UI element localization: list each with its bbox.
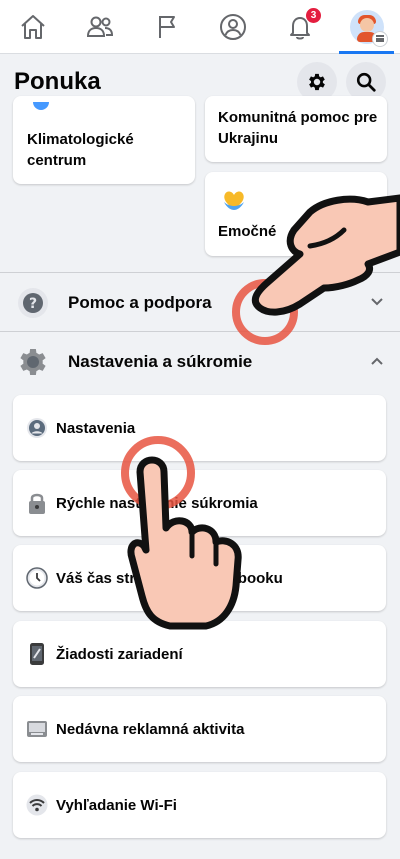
ad-icon bbox=[26, 717, 48, 741]
shortcut-ukraine-help[interactable]: Komunitná pomoc pre Ukrajinu bbox=[205, 96, 387, 162]
question-icon: ? bbox=[16, 286, 50, 320]
svg-text:?: ? bbox=[29, 296, 37, 312]
avatar bbox=[349, 9, 388, 47]
top-navigation: 3 bbox=[0, 0, 400, 54]
chevron-up-icon bbox=[371, 357, 383, 365]
flag-icon bbox=[158, 15, 175, 38]
list-item-label: Nedávna reklamná aktivita bbox=[56, 720, 245, 738]
pointing-hand-icon bbox=[127, 456, 242, 630]
wifi-icon bbox=[26, 793, 48, 817]
search-icon bbox=[356, 72, 376, 92]
lock-icon bbox=[26, 491, 48, 515]
settings-privacy-label: Nastavenia a súkromie bbox=[68, 352, 253, 371]
list-item-find-wifi[interactable]: Vyhľadanie Wi‑Fi bbox=[13, 772, 386, 838]
tab-friends[interactable] bbox=[67, 0, 134, 53]
gear-icon bbox=[16, 345, 50, 379]
page-title: Ponuka bbox=[14, 68, 101, 95]
pointing-hand-icon bbox=[251, 194, 400, 316]
shortcut-climate-label: Klimatologické centrum bbox=[27, 131, 134, 169]
shortcut-ukraine-label: Komunitná pomoc pre Ukrajinu bbox=[218, 109, 378, 147]
tab-pages[interactable] bbox=[133, 0, 200, 53]
notification-badge: 3 bbox=[306, 8, 322, 23]
globe-icon bbox=[33, 102, 49, 110]
friends-icon bbox=[86, 16, 114, 37]
home-icon bbox=[21, 14, 46, 39]
settings-privacy-section[interactable]: Nastavenia a súkromie bbox=[0, 332, 400, 392]
list-item-label: Vyhľadanie Wi‑Fi bbox=[56, 796, 177, 814]
help-support-label: Pomoc a podpora bbox=[68, 293, 212, 312]
tab-home[interactable] bbox=[0, 0, 67, 53]
person-icon bbox=[26, 416, 48, 440]
menu-icon bbox=[371, 30, 388, 47]
shortcut-climate-center[interactable]: Klimatologické centrum bbox=[13, 96, 195, 184]
profile-icon bbox=[220, 13, 247, 40]
list-item-label: Nastavenia bbox=[56, 419, 136, 437]
gear-icon bbox=[309, 73, 325, 91]
tab-profile[interactable] bbox=[200, 0, 267, 53]
clock-icon bbox=[26, 566, 48, 590]
list-item-label: Žiadosti zariadení bbox=[56, 645, 183, 663]
tab-menu[interactable] bbox=[333, 0, 400, 54]
tab-notifications[interactable]: 3 bbox=[267, 0, 334, 53]
list-item-recent-ad-activity[interactable]: Nedávna reklamná aktivita bbox=[13, 696, 386, 762]
device-icon bbox=[26, 642, 48, 666]
